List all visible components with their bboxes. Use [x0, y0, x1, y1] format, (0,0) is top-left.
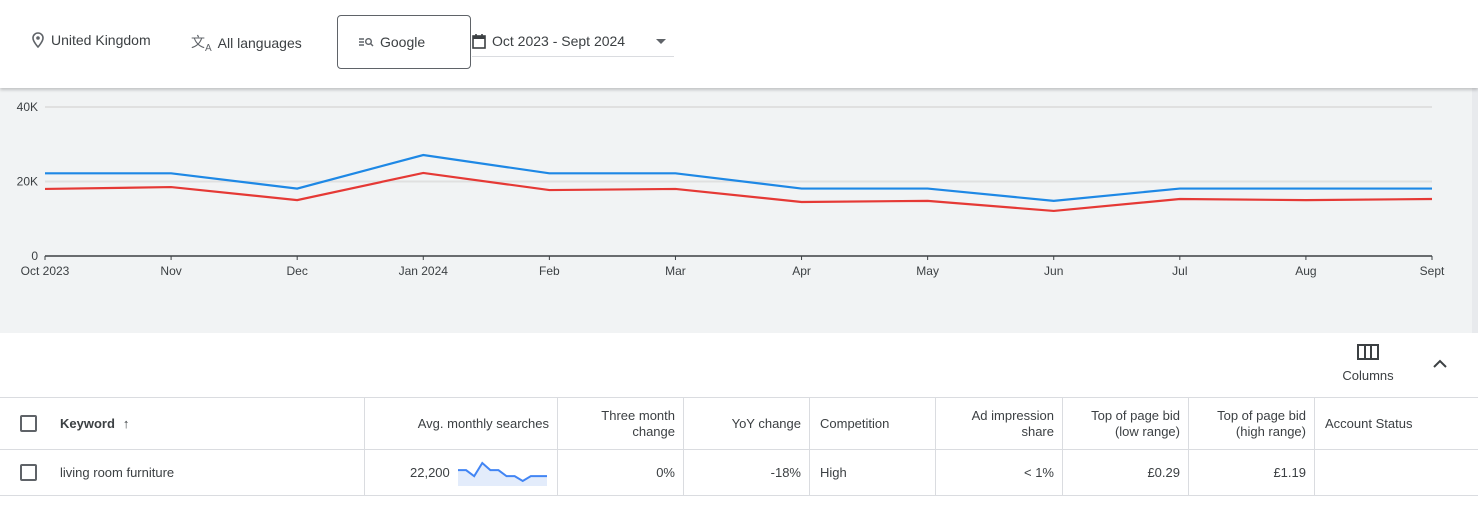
trend-chart-svg: 0 20K 40K Oct 2023 Nov Dec Jan 2024 Feb Mar Apr Ma… [17, 100, 1445, 278]
ad-share-header[interactable]: Ad impression share [935, 398, 1062, 449]
sparkline [457, 460, 547, 486]
yoy-header[interactable]: YoY change [683, 398, 809, 449]
row-checkbox[interactable] [20, 464, 37, 481]
x-tick-label: Oct 2023 [21, 264, 70, 278]
network-filter[interactable]: Google [337, 15, 471, 69]
x-tick-label: Jun [1044, 264, 1063, 278]
x-tick-label: Sept [1420, 264, 1445, 278]
location-pin-icon [32, 32, 44, 48]
bid-low-header[interactable]: Top of page bid (low range) [1062, 398, 1188, 449]
keyword-header[interactable]: Keyword ↑ [60, 416, 129, 431]
competition-header[interactable]: Competition [809, 398, 935, 449]
sort-arrow-up-icon: ↑ [122, 416, 130, 431]
yoy-cell: -18% [683, 450, 809, 495]
y-tick-label: 40K [17, 100, 38, 114]
x-tick-label: Dec [287, 264, 308, 278]
keyword-header-label: Keyword [60, 416, 115, 431]
ad-share-cell: < 1% [935, 450, 1062, 495]
location-filter[interactable]: United Kingdom [31, 32, 151, 48]
three-month-cell: 0% [557, 450, 683, 495]
search-list-icon [359, 38, 374, 47]
table-row: living room furniture 22,200 0% -18% Hig… [0, 449, 1478, 496]
columns-button[interactable]: Columns [1338, 344, 1398, 383]
network-label: Google [380, 34, 426, 50]
filter-bar: United Kingdom 文A All languages Google O… [0, 0, 1478, 88]
columns-label: Columns [1342, 368, 1394, 383]
y-tick-label: 0 [31, 249, 38, 263]
trend-chart: 0 20K 40K Oct 2023 Nov Dec Jan 2024 Feb Mar Apr Ma… [0, 88, 1472, 333]
select-all-checkbox[interactable] [20, 415, 37, 432]
x-tick-label: Nov [160, 264, 181, 278]
x-tick-label: Aug [1295, 264, 1316, 278]
series-line-0 [45, 153, 1432, 202]
three-month-header[interactable]: Three month change [557, 398, 683, 449]
x-tick-label: Jul [1172, 264, 1187, 278]
language-filter[interactable]: 文A All languages [191, 32, 302, 54]
translate-icon: 文A [191, 34, 212, 54]
date-range-label: Oct 2023 - Sept 2024 [492, 33, 626, 49]
location-label: United Kingdom [51, 32, 151, 48]
bid-low-cell: £0.29 [1062, 450, 1188, 495]
competition-cell: High [809, 450, 935, 495]
bid-high-cell: £1.19 [1188, 450, 1314, 495]
y-tick-label: 20K [17, 175, 38, 189]
date-range-select[interactable]: Oct 2023 - Sept 2024 [472, 26, 674, 57]
dropdown-caret-icon [656, 39, 666, 44]
series-line-1 [44, 171, 1433, 213]
status-cell [1314, 450, 1478, 495]
columns-icon [1357, 344, 1379, 360]
status-header[interactable]: Account Status [1314, 398, 1478, 449]
x-tick-label: May [916, 264, 939, 278]
chevron-up-icon[interactable] [1432, 356, 1448, 372]
avg-searches-cell: 22,200 [364, 450, 557, 495]
bid-high-header[interactable]: Top of page bid (high range) [1188, 398, 1314, 449]
x-tick-label: Apr [792, 264, 811, 278]
calendar-icon [472, 34, 486, 49]
x-tick-label: Mar [665, 264, 686, 278]
x-tick-label: Feb [539, 264, 560, 278]
avg-searches-value: 22,200 [410, 465, 450, 480]
avg-searches-header[interactable]: Avg. monthly searches [364, 398, 557, 449]
x-tick-label: Jan 2024 [399, 264, 449, 278]
language-label: All languages [217, 34, 302, 51]
table-header: Keyword ↑ Avg. monthly searches Three mo… [0, 397, 1478, 449]
keyword-cell: living room furniture [60, 465, 175, 480]
